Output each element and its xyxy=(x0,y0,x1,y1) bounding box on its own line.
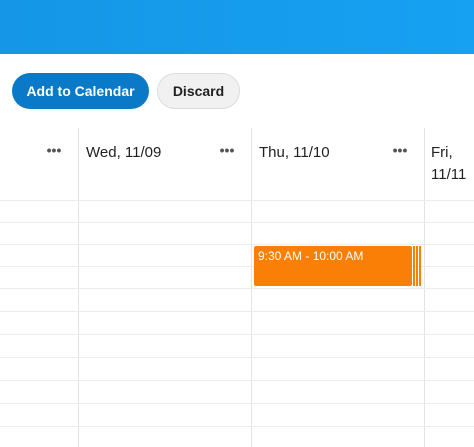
slot-line xyxy=(0,311,474,312)
slot-line xyxy=(0,380,474,381)
event-stack-edge xyxy=(416,246,418,286)
slot-line xyxy=(0,357,474,358)
day-header-thu: Thu, 11/10 xyxy=(259,144,330,161)
calendar-grid: ••• Wed, 11/09 ••• Thu, 11/10 ••• Fri, 1… xyxy=(0,128,474,447)
discard-button[interactable]: Discard xyxy=(157,73,240,109)
day-header-fri: Fri, 11/11 xyxy=(431,144,467,183)
slot-line xyxy=(0,288,474,289)
day-more-options-button[interactable]: ••• xyxy=(217,143,237,163)
event-block[interactable]: 9:30 AM - 10:00 AM xyxy=(254,246,412,286)
slot-line xyxy=(0,222,474,223)
top-bar xyxy=(0,0,474,54)
slot-line xyxy=(0,403,474,404)
slot-line xyxy=(0,244,474,245)
event-time: 9:30 AM - 10:00 AM xyxy=(258,249,364,263)
day-more-options-button[interactable]: ••• xyxy=(44,143,64,163)
slot-line xyxy=(0,334,474,335)
day-more-options-button[interactable]: ••• xyxy=(390,143,410,163)
event-stack-edge xyxy=(419,246,421,286)
action-bar: Add to Calendar Discard xyxy=(0,54,474,126)
add-to-calendar-button[interactable]: Add to Calendar xyxy=(12,73,149,109)
slot-line xyxy=(0,200,474,201)
day-header-wed: Wed, 11/09 xyxy=(86,144,162,161)
slot-line xyxy=(0,426,474,427)
event-stack-edge xyxy=(413,246,415,286)
